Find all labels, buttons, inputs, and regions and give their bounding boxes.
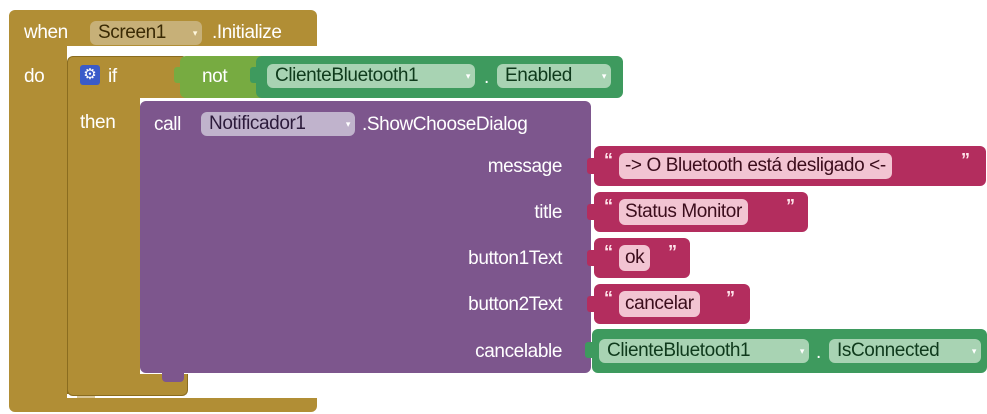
chevron-down-icon: ▾ [971,346,977,356]
do-keyword: do [24,66,45,87]
chevron-down-icon: ▾ [799,346,805,356]
quote-open-icon: “ [604,242,613,262]
chevron-down-icon: ▾ [465,71,471,81]
screen-component-dropdown[interactable]: Screen1 ▾ [90,21,202,45]
title-text-field[interactable]: Status Monitor [619,199,748,225]
chevron-down-icon: ▾ [601,71,607,81]
cancelable-component-label: ClienteBluetooth1 [607,340,751,361]
notifier-component-label: Notificador1 [209,113,306,134]
quote-close-icon: ” [961,150,970,170]
message-text-field[interactable]: -> O Bluetooth está desligado <- [619,153,892,179]
text-plug [587,204,595,220]
condition-component-label: ClienteBluetooth1 [275,65,419,86]
param-label-message: message [487,156,563,177]
text-plug [587,250,595,266]
cancelable-property-dropdown[interactable]: IsConnected ▾ [829,339,981,363]
not-block-plug [174,67,182,83]
notifier-component-dropdown[interactable]: Notificador1 ▾ [201,112,355,136]
if-block-notch-top [77,396,95,398]
text-plug [587,158,595,174]
then-keyword: then [80,112,116,133]
param-label-button1text: button1Text [468,248,562,269]
event-block-footer [9,398,317,412]
screen-component-label: Screen1 [98,22,166,43]
when-keyword: when [24,22,68,43]
chevron-down-icon: ▾ [192,28,198,38]
getter-plug [250,67,258,83]
param-label-cancelable: cancelable [475,341,562,362]
condition-property-label: Enabled [505,65,572,86]
property-dot: . [484,67,489,88]
call-block-show-choose-dialog[interactable] [140,101,591,373]
condition-property-dropdown[interactable]: Enabled ▾ [497,64,611,88]
if-keyword: if [108,66,117,87]
text-plug [587,296,595,312]
param-label-button2text: button2Text [468,294,562,315]
method-name-label: .ShowChooseDialog [362,114,528,135]
not-keyword: not [202,66,228,87]
chevron-down-icon: ▾ [345,119,351,129]
mutator-gear-icon[interactable]: ⚙ [80,65,100,85]
button1text-text-field[interactable]: ok [619,245,651,271]
quote-open-icon: “ [604,288,613,308]
event-block-body [9,44,67,402]
condition-component-dropdown[interactable]: ClienteBluetooth1 ▾ [267,64,475,88]
cancelable-component-dropdown[interactable]: ClienteBluetooth1 ▾ [599,339,809,363]
quote-open-icon: “ [604,196,613,216]
quote-close-icon: ” [668,242,677,262]
quote-open-icon: “ [604,150,613,170]
quote-close-icon: ” [786,196,795,216]
param-label-title: title [534,202,562,223]
event-name-label: .Initialize [212,22,282,43]
if-block-body [67,97,140,394]
property-dot: . [816,342,821,363]
call-keyword: call [154,114,181,135]
getter-plug [585,342,593,358]
call-block-tab [162,368,184,382]
cancelable-property-label: IsConnected [837,340,940,361]
quote-close-icon: ” [726,288,735,308]
button2text-text-field[interactable]: cancelar [619,291,700,317]
